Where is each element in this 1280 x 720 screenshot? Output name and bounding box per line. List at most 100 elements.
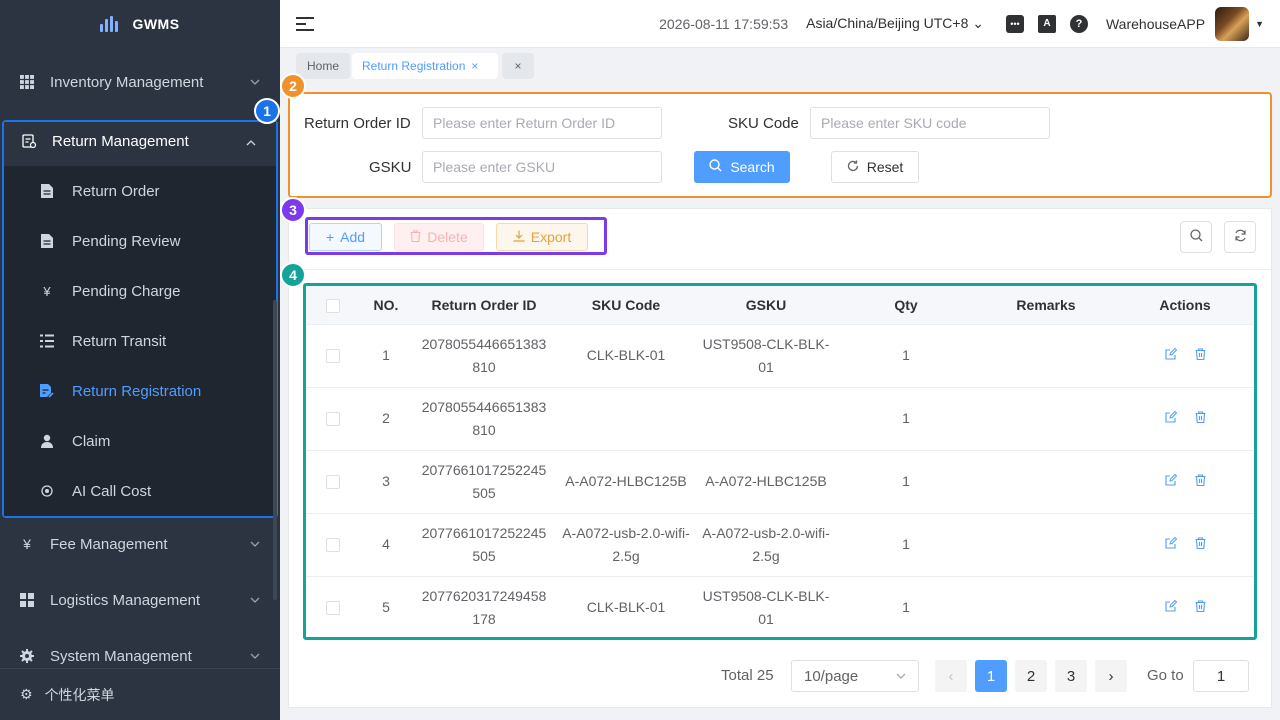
help-icon[interactable]: ? [1069, 14, 1088, 33]
row-checkbox[interactable] [326, 538, 340, 553]
trash-icon[interactable] [1195, 600, 1206, 612]
data-table: NO. Return Order ID SKU Code GSKU Qty Re… [303, 283, 1257, 640]
edit-icon[interactable] [1164, 411, 1177, 423]
personalize-menu-button[interactable]: ⚙ 个性化菜单 [0, 668, 280, 720]
close-icon: × [514, 59, 522, 73]
sku-code-input[interactable] [810, 107, 1050, 139]
prev-page-button[interactable]: ‹ [935, 660, 967, 692]
search-button-label: Search [730, 159, 775, 175]
sidebar-item-return-management[interactable]: Return Management [4, 122, 276, 160]
tab-label: Home [306, 59, 339, 73]
page-number: 1 [986, 667, 996, 685]
toggle-search-button[interactable] [1180, 221, 1212, 253]
sidebar-item-label: Fee Management [50, 535, 168, 553]
trash-icon [410, 229, 421, 245]
close-all-tabs-button[interactable]: × [502, 53, 534, 79]
sidebar-item-pending-review[interactable]: Pending Review [4, 216, 276, 266]
sidebar-item-claim[interactable]: Claim [4, 416, 276, 466]
sidebar-subitem-label: AI Call Cost [72, 482, 152, 500]
grid-icon [20, 75, 34, 89]
chevron-down-icon: ⌄ [972, 15, 984, 31]
row-checkbox[interactable] [326, 601, 340, 616]
add-button[interactable]: + Add [309, 223, 382, 251]
sidebar-item-fee-management[interactable]: ¥ Fee Management [0, 516, 280, 572]
goto-label: Go to [1147, 667, 1184, 684]
chevron-left-icon: ‹ [948, 667, 954, 685]
edit-icon[interactable] [1164, 348, 1177, 360]
translate-icon[interactable]: A [1037, 14, 1056, 33]
table-header-row: NO. Return Order ID SKU Code GSKU Qty Re… [306, 286, 1254, 325]
page-button[interactable]: 2 [1015, 660, 1047, 692]
logo-icon [100, 16, 119, 32]
sidebar-scrollbar[interactable] [273, 300, 277, 600]
return-order-id-input[interactable] [422, 107, 662, 139]
sidebar-item-return-order[interactable]: Return Order [4, 166, 276, 216]
sidebar-item-logistics-management[interactable]: Logistics Management [0, 572, 280, 628]
search-button[interactable]: Search [694, 151, 790, 183]
row-checkbox[interactable] [326, 349, 340, 364]
caret-down-icon[interactable]: ▼ [1255, 19, 1264, 29]
page-size-select[interactable]: 10/page [791, 660, 919, 692]
sidebar-subitem-label: Pending Charge [72, 282, 181, 300]
goto-page-input[interactable] [1193, 660, 1249, 692]
gsku-input[interactable] [422, 151, 662, 183]
yen-icon: ¥ [43, 283, 51, 299]
tab-return-registration[interactable]: Return Registration × [352, 53, 498, 79]
sidebar-item-label: Inventory Management [50, 73, 204, 91]
return-icon [22, 134, 36, 148]
sidebar-item-label: Logistics Management [50, 591, 201, 609]
avatar[interactable] [1215, 6, 1250, 41]
trash-icon[interactable] [1195, 411, 1206, 423]
edit-icon[interactable] [1164, 600, 1177, 612]
tab-home[interactable]: Home [296, 53, 350, 79]
action-toolbar: + Add Delete Export [305, 217, 607, 255]
sidebar-item-return-registration[interactable]: Return Registration [4, 366, 276, 416]
row-number: 2 [382, 410, 390, 426]
download-icon [513, 229, 525, 245]
row-select-cell [306, 513, 360, 576]
sidebar-item-ai-call-cost[interactable]: AI Call Cost [4, 466, 276, 516]
page-button[interactable]: 3 [1055, 660, 1087, 692]
register-icon [40, 384, 54, 398]
sidebar-item-pending-charge[interactable]: ¥ Pending Charge [4, 266, 276, 316]
list-icon [40, 334, 54, 348]
annotation-badge: 4 [280, 262, 306, 288]
annotation-badge: 2 [280, 73, 306, 99]
app-logo[interactable]: GWMS [0, 0, 280, 48]
timezone-selector[interactable]: Asia/China/Beijing UTC+8 ⌄ [806, 15, 984, 32]
page-number: 3 [1066, 667, 1076, 685]
edit-icon[interactable] [1164, 537, 1177, 549]
page-button[interactable]: 1 [975, 660, 1007, 692]
row-checkbox[interactable] [326, 412, 340, 427]
plus-icon: + [325, 229, 335, 245]
gsku-label: GSKU [369, 159, 412, 176]
row-checkbox[interactable] [326, 475, 340, 490]
edit-icon[interactable] [1164, 474, 1177, 486]
sidebar-item-return-transit[interactable]: Return Transit [4, 316, 276, 366]
trash-icon[interactable] [1195, 474, 1206, 486]
chevron-right-icon: › [1108, 667, 1114, 685]
actions-cell [1116, 450, 1254, 513]
delete-button[interactable]: Delete [394, 223, 484, 251]
yen-icon: ¥ [23, 536, 31, 552]
column-header: Return Order ID [412, 286, 556, 325]
gear-icon [20, 649, 34, 663]
select-all-checkbox[interactable] [326, 298, 340, 313]
export-button[interactable]: Export [496, 223, 588, 251]
column-header: GSKU [696, 286, 836, 325]
message-icon[interactable]: ••• [1005, 14, 1024, 33]
table-row: 4 2077661017252245505 A-A072-usb-2.0-wifi-… [306, 513, 1254, 576]
close-icon[interactable]: × [471, 59, 478, 73]
trash-icon[interactable] [1195, 537, 1206, 549]
app-name: GWMS [132, 16, 180, 32]
sku-code-cell: A-A072-HLBC125B [565, 473, 687, 489]
sidebar-item-inventory[interactable]: Inventory Management [0, 54, 280, 110]
page-number: 2 [1026, 667, 1036, 685]
column-header: Qty [836, 286, 976, 325]
export-button-label: Export [530, 229, 572, 245]
refresh-table-button[interactable] [1224, 221, 1256, 253]
menu-fold-icon[interactable] [296, 16, 314, 31]
reset-button[interactable]: Reset [831, 151, 919, 183]
trash-icon[interactable] [1195, 348, 1206, 360]
next-page-button[interactable]: › [1095, 660, 1127, 692]
